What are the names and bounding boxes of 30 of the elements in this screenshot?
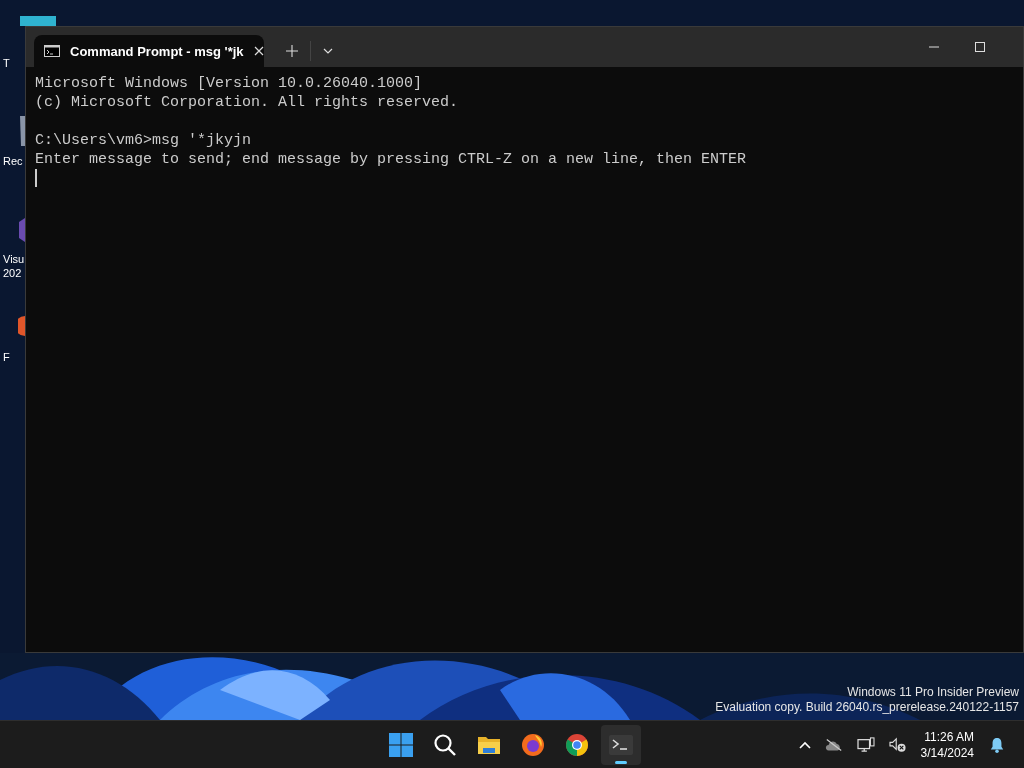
terminal-icon bbox=[609, 732, 633, 757]
clock[interactable]: 11:26 AM 3/14/2024 bbox=[920, 728, 974, 761]
search-icon bbox=[433, 732, 457, 757]
icon-label: Rec bbox=[3, 154, 23, 168]
watermark-text: Evaluation copy. Build 26040.rs_prerelease.240122-1157 bbox=[715, 700, 1019, 715]
terminal-line: Enter message to send; end message by pressing CTRL-Z on a new line, then ENTER bbox=[35, 150, 748, 169]
tab[interactable]: Command Prompt - msg '*jk bbox=[34, 35, 264, 67]
icon-label: 202 bbox=[3, 266, 22, 280]
plus-icon[interactable] bbox=[286, 45, 298, 57]
cloud-off-icon[interactable] bbox=[824, 736, 843, 753]
windows-logo-icon bbox=[389, 732, 413, 757]
clock-date: 3/14/2024 bbox=[920, 744, 974, 761]
taskbar-app-button[interactable] bbox=[601, 724, 641, 765]
terminal-line: (c) Microsoft Corporation. All rights reserved. bbox=[35, 93, 460, 112]
icon-label: F bbox=[3, 350, 10, 364]
watermark-text: Windows 11 Pro Insider Preview bbox=[847, 685, 1019, 700]
close-icon[interactable] bbox=[253, 46, 264, 56]
network-icon[interactable] bbox=[856, 736, 875, 753]
clock-time: 11:26 AM bbox=[924, 728, 974, 745]
speaker-muted-icon[interactable] bbox=[888, 736, 907, 753]
chevron-up-icon[interactable] bbox=[798, 740, 811, 749]
console-icon bbox=[44, 45, 60, 57]
chrome-icon bbox=[565, 732, 589, 757]
icon-label: Visu bbox=[3, 252, 25, 266]
terminal-line: Microsoft Windows [Version 10.0.26040.1000] bbox=[35, 74, 424, 93]
chevron-down-icon[interactable] bbox=[323, 48, 333, 54]
icon-label: T bbox=[3, 56, 10, 70]
terminal-line: C:\Users\vm6>msg '*jkyjn bbox=[35, 131, 253, 150]
maximize-icon[interactable] bbox=[975, 42, 985, 52]
bell-icon[interactable] bbox=[988, 736, 1006, 753]
